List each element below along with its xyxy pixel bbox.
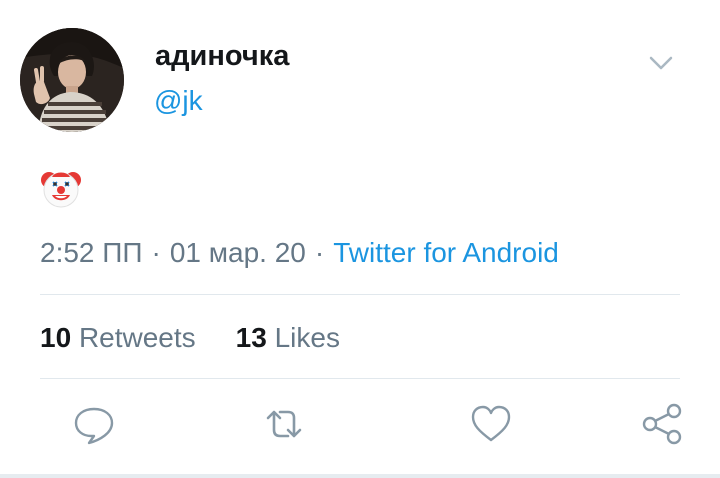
chevron-down-icon[interactable] (646, 52, 676, 74)
divider (40, 378, 680, 379)
display-name[interactable]: адиночка (155, 38, 289, 74)
clown-face-icon (40, 167, 82, 209)
retweets-count: 10 (40, 322, 72, 353)
tweet-source-link[interactable]: Twitter for Android (333, 237, 559, 268)
tweet-metadata: 2:52 ПП · 01 мар. 20 · Twitter for Android (40, 233, 559, 273)
likes-label: Likes (274, 322, 340, 353)
like-icon (471, 405, 511, 442)
tweet-time: 2:52 ПП (40, 237, 143, 268)
reply-button[interactable] (70, 400, 118, 448)
separator-dot: · (151, 237, 161, 268)
like-button[interactable] (467, 400, 515, 448)
tweet-date: 01 мар. 20 (169, 237, 306, 268)
retweet-button[interactable] (260, 400, 308, 448)
bottom-border (0, 474, 720, 478)
retweets-label: Retweets (78, 322, 196, 353)
retweet-icon (266, 410, 302, 438)
avatar[interactable] (20, 28, 124, 132)
retweets-stat[interactable]: 10 Retweets (40, 322, 196, 353)
likes-count: 13 (235, 322, 267, 353)
separator-dot: · (314, 237, 325, 268)
reply-icon (74, 407, 114, 445)
likes-stat[interactable]: 13 Likes (236, 322, 340, 353)
user-handle[interactable]: @jk (154, 84, 203, 118)
divider (40, 294, 680, 295)
avatar-image (20, 28, 124, 132)
share-icon (642, 403, 682, 445)
engagement-stats: 10 Retweets 13 Likes (40, 318, 340, 358)
share-button[interactable] (638, 400, 686, 448)
